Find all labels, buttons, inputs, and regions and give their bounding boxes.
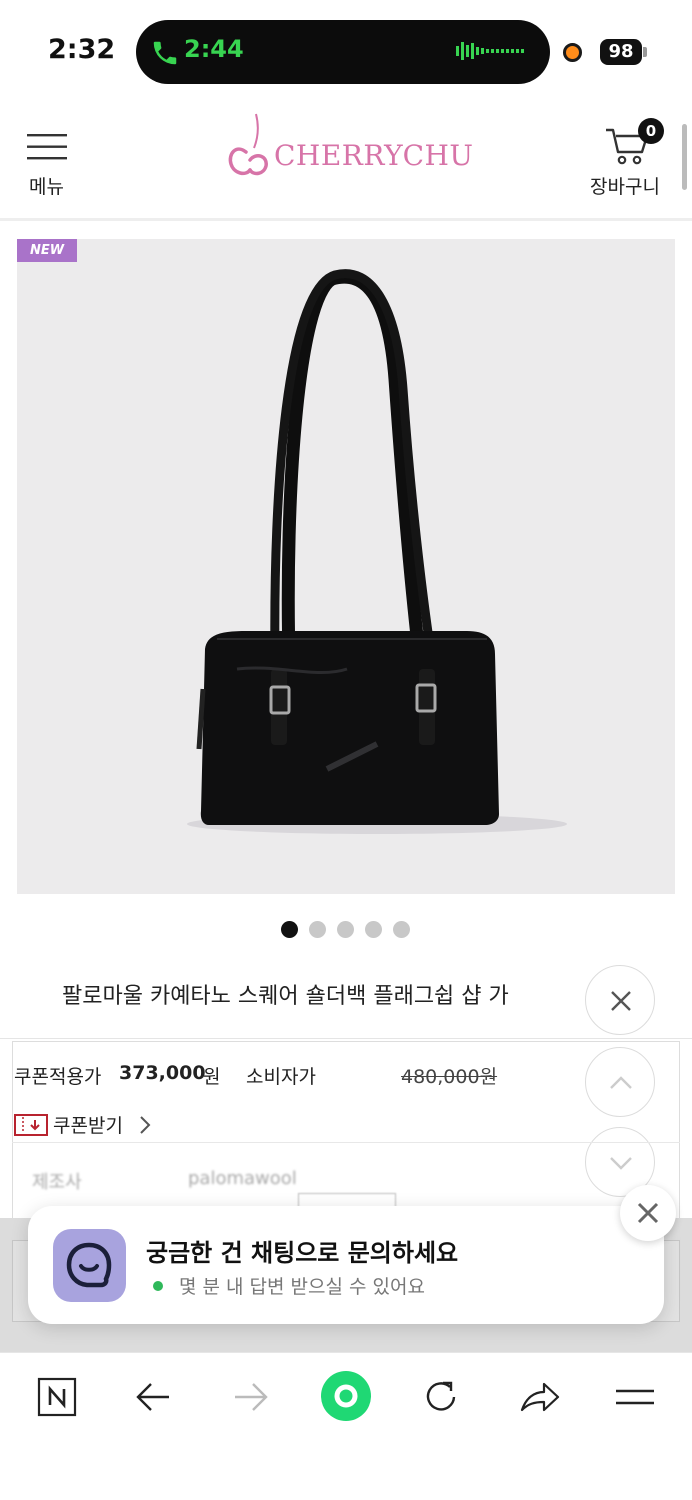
- coupon-price-unit: 원: [203, 1066, 221, 1088]
- new-badge: NEW: [17, 239, 77, 262]
- cherry-logo-icon[interactable]: [226, 112, 270, 178]
- chat-subtitle: 몇 분 내 답변 받으실 수 있어요: [179, 1276, 425, 1298]
- chevron-right-icon[interactable]: [138, 1114, 152, 1136]
- header-divider: [0, 218, 692, 221]
- cart-label[interactable]: 장바구니: [590, 172, 660, 199]
- carousel-dot[interactable]: [309, 921, 326, 938]
- product-title: 팔로마울 카예타노 스퀘어 숄더백 플래그쉽 샵 가: [62, 984, 509, 1009]
- back-arrow-icon[interactable]: [129, 1372, 179, 1422]
- coupon-price-value: 373,000: [119, 1062, 206, 1084]
- recording-indicator-icon: [563, 43, 582, 62]
- coupon-price-label: 쿠폰적용가: [14, 1066, 102, 1088]
- retail-price-label: 소비자가: [246, 1066, 316, 1088]
- carousel-dot[interactable]: [393, 921, 410, 938]
- online-status-dot: [153, 1281, 163, 1291]
- brand-logo-text[interactable]: CHERRYCHU: [274, 139, 474, 172]
- row-divider: [12, 1142, 680, 1143]
- scrollbar-thumb[interactable]: [682, 124, 687, 190]
- close-icon: [637, 1202, 659, 1224]
- battery-tip-icon: [643, 47, 647, 57]
- carousel-dot[interactable]: [337, 921, 354, 938]
- close-chat-toast-button[interactable]: [620, 1185, 676, 1241]
- hamburger-menu-icon[interactable]: [27, 132, 67, 162]
- carousel-dot-active[interactable]: [281, 921, 298, 938]
- share-icon[interactable]: [514, 1372, 564, 1422]
- retail-price-value: 480,000원: [401, 1066, 498, 1088]
- close-floating-button[interactable]: [585, 965, 655, 1035]
- carousel-dot[interactable]: [365, 921, 382, 938]
- status-time: 2:32: [48, 34, 116, 65]
- call-duration: 2:44: [184, 35, 244, 63]
- audio-waveform-icon: [456, 42, 524, 60]
- section-divider: [0, 1038, 692, 1039]
- forward-arrow-icon[interactable]: [225, 1372, 275, 1422]
- naver-n-icon[interactable]: [32, 1372, 82, 1422]
- battery-indicator: 98: [600, 39, 642, 65]
- manufacturer-value: palomawool: [188, 1168, 297, 1189]
- phone-icon: [153, 41, 177, 65]
- black-shoulder-bag-image: [187, 269, 567, 834]
- menu-label[interactable]: 메뉴: [29, 172, 64, 199]
- close-icon: [611, 991, 631, 1011]
- reload-icon[interactable]: [416, 1372, 466, 1422]
- menu-lines-icon[interactable]: [610, 1372, 660, 1422]
- home-green-icon[interactable]: [320, 1370, 372, 1422]
- manufacturer-label: 제조사: [32, 1172, 82, 1193]
- get-coupon-link[interactable]: 쿠폰받기: [53, 1111, 123, 1138]
- cart-count-badge: 0: [638, 118, 664, 144]
- chat-bubble-icon[interactable]: [53, 1229, 126, 1302]
- chat-title[interactable]: 궁금한 건 채팅으로 문의하세요: [146, 1233, 458, 1268]
- coupon-download-icon[interactable]: [14, 1114, 48, 1136]
